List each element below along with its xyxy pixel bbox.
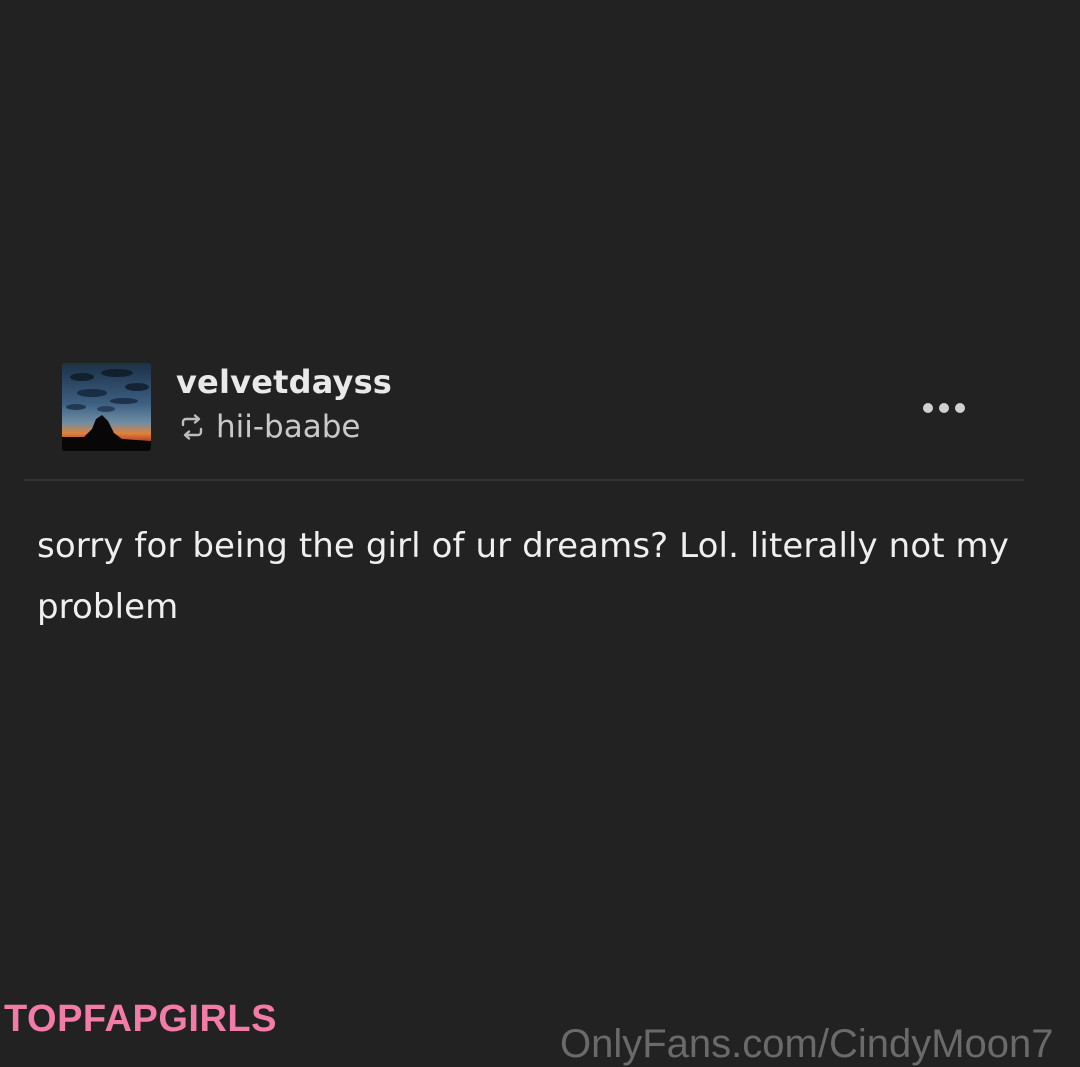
- avatar-image: [62, 363, 151, 451]
- username[interactable]: velvetdayss: [176, 363, 392, 401]
- avatar[interactable]: [62, 363, 151, 451]
- more-options-icon: [923, 403, 965, 413]
- header-divider: [24, 479, 1024, 481]
- post-text: sorry for being the girl of ur dreams? L…: [37, 526, 1009, 627]
- reblog-icon: [178, 413, 206, 441]
- reblog-attribution: hii-baabe: [178, 407, 360, 447]
- watermark-logo: TOPFAPGIRLS: [4, 998, 277, 1040]
- more-options-button[interactable]: [914, 393, 974, 423]
- reblogged-from-name[interactable]: hii-baabe: [216, 409, 360, 445]
- post-header: velvetdayss hii-baabe: [62, 363, 982, 453]
- watermark-url: OnlyFans.com/CindyMoon7: [560, 1022, 1054, 1066]
